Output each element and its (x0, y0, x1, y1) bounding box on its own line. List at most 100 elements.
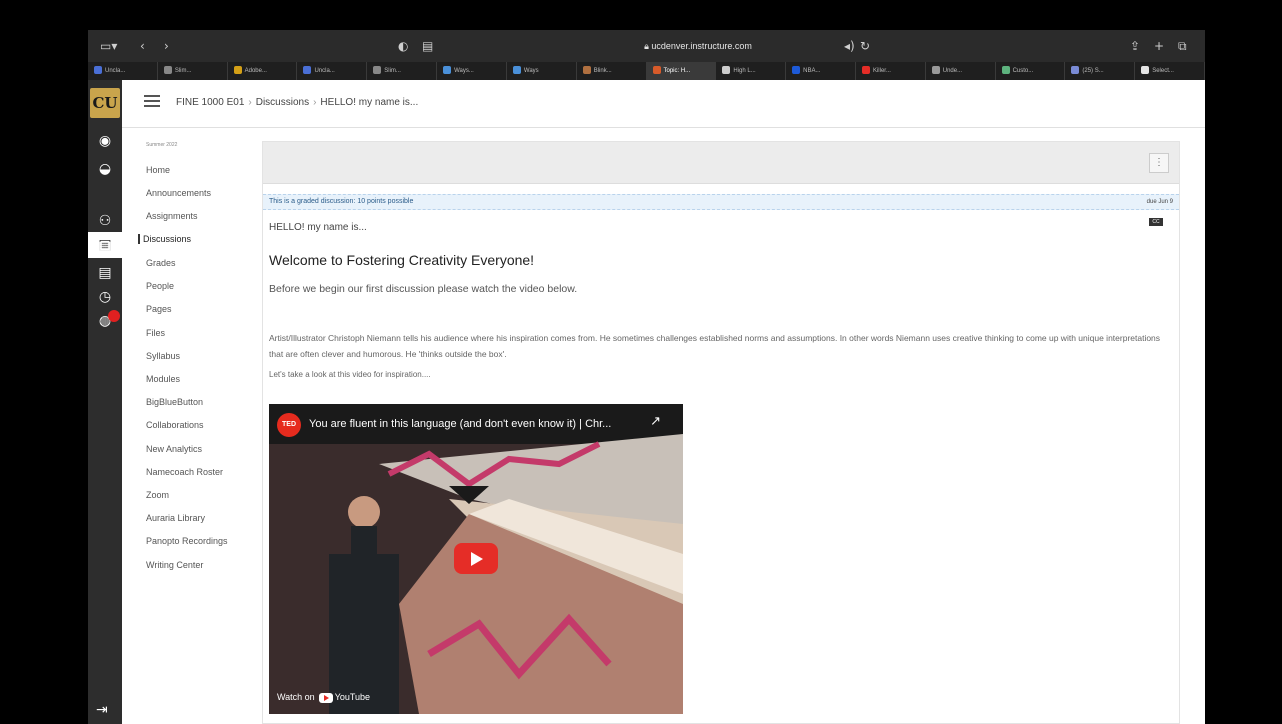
youtube-brand-label: YouTube (334, 692, 371, 703)
account-avatar-icon[interactable]: ◉ (96, 132, 114, 150)
favicon-icon (303, 66, 312, 75)
reload-icon[interactable]: ↻ (860, 39, 870, 53)
browser-tab[interactable]: Uncla... (88, 62, 158, 80)
calendar-icon[interactable]: ▦ (96, 238, 114, 256)
reader-icon[interactable]: ▤ (422, 39, 433, 53)
course-nav-discussions[interactable]: Discussions (138, 234, 191, 244)
favicon-icon (1141, 66, 1150, 75)
course-nav-grades[interactable]: Grades (142, 258, 176, 268)
watch-on-youtube-link[interactable]: Watch on YouTube (277, 692, 370, 703)
course-nav-auraria-library[interactable]: Auraria Library (142, 513, 205, 523)
breadcrumb-separator-icon: › (313, 97, 317, 108)
intro-text: Before we begin our first discussion ple… (269, 283, 578, 295)
discussion-content: ⋮ This is a graded discussion: 10 points… (262, 141, 1180, 724)
more-options-icon[interactable]: ⋮ (1149, 153, 1169, 173)
back-icon[interactable]: ‹ (140, 39, 145, 53)
ted-logo[interactable]: TED (277, 413, 301, 437)
favicon-icon (233, 66, 242, 75)
audio-icon[interactable]: ◂) (844, 39, 855, 53)
browser-tab[interactable]: Blink... (577, 62, 647, 80)
course-nav-namecoach-roster[interactable]: Namecoach Roster (142, 467, 223, 477)
course-nav-announcements[interactable]: Announcements (142, 188, 211, 198)
closed-caption-icon: CC (1149, 218, 1163, 226)
course-nav-pages[interactable]: Pages (142, 304, 172, 314)
browser-tab[interactable]: High L... (716, 62, 787, 80)
graded-notice-text: This is a graded discussion: 10 points p… (269, 198, 414, 205)
notification-badge (108, 310, 120, 322)
url-text: ucdenver.instructure.com (651, 41, 752, 51)
cu-logo[interactable]: CU (90, 88, 120, 118)
favicon-icon (861, 66, 870, 75)
favicon-icon (1001, 66, 1010, 75)
body-text: Artist/Illustrator Christoph Niemann tel… (269, 333, 1161, 359)
discussion-toolbar: ⋮ (263, 142, 1179, 184)
favicon-icon (722, 66, 731, 75)
new-tab-icon[interactable]: + (1154, 39, 1164, 53)
course-nav-zoom[interactable]: Zoom (142, 490, 169, 500)
breadcrumb-separator-icon: › (248, 97, 252, 108)
course-nav-files[interactable]: Files (142, 328, 165, 338)
play-button[interactable] (454, 543, 498, 574)
topic-title: HELLO! my name is... (269, 222, 367, 233)
course-nav-people[interactable]: People (142, 281, 174, 291)
browser-tab[interactable]: Slim... (158, 62, 228, 80)
video-title[interactable]: You are fluent in this language (and don… (309, 418, 611, 430)
youtube-video-embed[interactable]: TED You are fluent in this language (and… (269, 404, 683, 714)
prompt-text: Let's take a look at this video for insp… (269, 370, 431, 379)
sidebar-toggle-icon[interactable]: ▭▾ (100, 39, 117, 53)
browser-tab-active[interactable]: Topic: H... (646, 62, 717, 80)
course-nav-home[interactable]: Home (142, 165, 170, 175)
browser-tab[interactable]: (25) S... (1065, 62, 1136, 80)
breadcrumb-discussions[interactable]: Discussions (256, 97, 309, 108)
inbox-icon[interactable]: ▤ (96, 264, 114, 282)
breadcrumb-topic: HELLO! my name is... (320, 97, 419, 108)
history-icon[interactable]: ◷ (96, 288, 114, 306)
breadcrumb: FINE 1000 E01 › Discussions › HELLO! my name… (176, 97, 418, 108)
browser-tab[interactable]: Uncla... (297, 62, 368, 80)
favicon-icon (512, 66, 521, 75)
favicon-icon (582, 66, 591, 75)
address-bar[interactable]: 🔒︎ ucdenver.instructure.com (518, 38, 878, 54)
course-nav-collaborations[interactable]: Collaborations (142, 420, 204, 430)
video-share-icon[interactable]: ↗ (650, 414, 661, 429)
groups-icon[interactable]: ⚇ (96, 212, 114, 230)
tab-overview-icon[interactable]: ⧉ (1178, 39, 1187, 54)
browser-window: ▭▾ ‹ › ◐ ▤ 🔒︎ ucdenver.instructure.com ◂… (88, 30, 1205, 724)
favicon-icon (443, 66, 452, 75)
share-icon[interactable]: ⇪ (1130, 39, 1140, 53)
browser-tab[interactable]: Ways... (437, 62, 507, 80)
browser-tab[interactable]: Custo... (996, 62, 1066, 80)
browser-tab[interactable]: Unde... (926, 62, 996, 80)
favicon-icon (792, 66, 801, 75)
favicon-icon (163, 66, 172, 75)
browser-tab[interactable]: Killer... (856, 62, 926, 80)
browser-tab[interactable]: Slim... (367, 62, 438, 80)
favicon-icon (373, 66, 382, 75)
browser-tab[interactable]: Ways (507, 62, 577, 80)
hamburger-menu-icon[interactable] (144, 95, 160, 107)
course-nav-modules[interactable]: Modules (142, 374, 180, 384)
course-nav-new-analytics[interactable]: New Analytics (142, 444, 202, 454)
browser-tab[interactable]: Adobe... (228, 62, 298, 80)
favicon-icon (931, 66, 940, 75)
browser-tab[interactable]: NBA... (786, 62, 856, 80)
dashboard-icon[interactable]: ◒ (96, 160, 114, 178)
favicon-icon (652, 66, 661, 75)
course-nav-panopto-recordings[interactable]: Panopto Recordings (142, 536, 228, 546)
page-header: FINE 1000 E01 › Discussions › HELLO! my name… (122, 80, 1205, 128)
collapse-nav-icon[interactable]: ⇥ (96, 702, 108, 718)
forward-icon[interactable]: › (164, 39, 169, 53)
browser-tab[interactable]: Select... (1135, 62, 1205, 80)
browser-toolbar: ▭▾ ‹ › ◐ ▤ 🔒︎ ucdenver.instructure.com ◂… (88, 30, 1205, 62)
course-nav-writing-center[interactable]: Writing Center (142, 560, 203, 570)
course-nav-assignments[interactable]: Assignments (142, 211, 198, 221)
breadcrumb-course[interactable]: FINE 1000 E01 (176, 97, 244, 108)
youtube-logo-icon (318, 693, 333, 703)
privacy-shield-icon[interactable]: ◐ (398, 39, 408, 53)
tab-bar: Uncla... Slim... Adobe... Uncla... Slim.… (88, 62, 1205, 80)
due-date: due Jun 9 (1146, 199, 1173, 205)
course-nav-syllabus[interactable]: Syllabus (142, 351, 180, 361)
course-nav-bigbluebutton[interactable]: BigBlueButton (142, 397, 203, 407)
screen-frame: ▭▾ ‹ › ◐ ▤ 🔒︎ ucdenver.instructure.com ◂… (0, 0, 1282, 724)
graded-notice-banner: This is a graded discussion: 10 points p… (263, 194, 1179, 210)
